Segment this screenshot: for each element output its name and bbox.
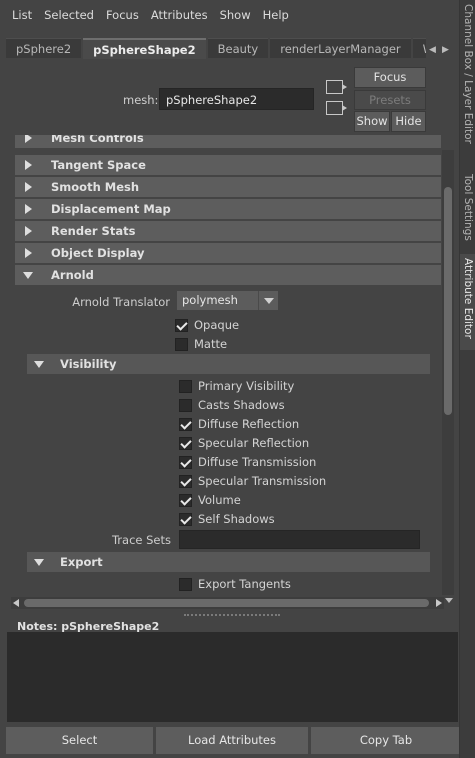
- specular-transmission-row[interactable]: Specular Transmission: [179, 473, 326, 489]
- tab-attribute-editor[interactable]: Attribute Editor: [460, 254, 475, 350]
- section-tangent-space[interactable]: Tangent Space: [15, 155, 441, 175]
- notes-text-area[interactable]: [7, 632, 458, 722]
- expand-arrow-icon: [25, 226, 32, 236]
- tab-tool-settings[interactable]: Tool Settings: [460, 170, 475, 242]
- section-displacement-map[interactable]: Displacement Map: [15, 199, 441, 219]
- casts-shadows-row[interactable]: Casts Shadows: [179, 397, 285, 413]
- attribute-scroll-area[interactable]: Mesh Controls Tangent Space Smooth Mesh …: [11, 135, 455, 611]
- vertical-scrollbar[interactable]: [442, 150, 454, 595]
- primary-visibility-row[interactable]: Primary Visibility: [179, 378, 294, 394]
- menu-attributes[interactable]: Attributes: [145, 8, 214, 22]
- show-button[interactable]: Show: [354, 111, 390, 132]
- tab-psphereshape2[interactable]: pSphereShape2: [83, 38, 206, 59]
- menu-show[interactable]: Show: [214, 8, 257, 22]
- horizontal-scrollbar-thumb[interactable]: [24, 599, 429, 607]
- casts-shadows-checkbox[interactable]: [179, 398, 192, 412]
- tabs-container: pSphere2 pSphereShape2 Beauty renderLaye…: [6, 38, 426, 60]
- expand-arrow-icon: [25, 204, 32, 214]
- section-mesh-controls[interactable]: Mesh Controls: [15, 135, 441, 148]
- expand-arrow-icon: [25, 248, 32, 258]
- tab-wireframe[interactable]: Wirfran: [412, 38, 426, 58]
- tab-scroll-right-icon[interactable]: ▶: [439, 40, 452, 60]
- expand-arrow-icon: [25, 160, 32, 170]
- diffuse-transmission-checkbox[interactable]: [179, 455, 192, 469]
- matte-checkbox[interactable]: [175, 337, 188, 351]
- menu-selected[interactable]: Selected: [38, 8, 100, 22]
- tab-channel-box-layer-editor[interactable]: Channel Box / Layer Editor: [460, 0, 475, 158]
- side-tab-strip: Channel Box / Layer Editor Tool Settings…: [459, 0, 475, 758]
- specular-transmission-checkbox[interactable]: [179, 474, 192, 488]
- section-smooth-mesh[interactable]: Smooth Mesh: [15, 177, 441, 197]
- diffuse-reflection-row[interactable]: Diffuse Reflection: [179, 416, 299, 432]
- collapse-arrow-icon: [34, 361, 44, 368]
- section-arnold[interactable]: Arnold: [15, 265, 441, 285]
- expand-arrow-icon: [25, 182, 32, 192]
- node-name-field[interactable]: pSphereShape2: [159, 88, 314, 110]
- opaque-checkbox-row[interactable]: Opaque: [175, 317, 239, 333]
- menu-focus[interactable]: Focus: [100, 8, 145, 22]
- scroll-right-arrow-icon[interactable]: [436, 599, 442, 607]
- node-tab-bar: pSphere2 pSphereShape2 Beauty renderLaye…: [6, 38, 456, 60]
- load-attributes-button[interactable]: Load Attributes: [156, 727, 308, 754]
- primary-visibility-checkbox[interactable]: [179, 379, 192, 393]
- tab-renderlayermanager[interactable]: renderLayerManager: [270, 38, 411, 58]
- panel-splitter-handle[interactable]: [184, 614, 280, 616]
- arnold-translator-dropdown[interactable]: polymesh: [177, 291, 278, 310]
- tab-beauty[interactable]: Beauty: [207, 38, 269, 58]
- self-shadows-checkbox[interactable]: [179, 512, 192, 526]
- vertical-scrollbar-thumb[interactable]: [444, 187, 452, 415]
- volume-row[interactable]: Volume: [179, 492, 241, 508]
- export-tangents-checkbox[interactable]: [179, 577, 192, 591]
- scroll-down-arrow-icon[interactable]: [445, 598, 453, 603]
- trace-sets-label: Trace Sets: [111, 533, 171, 547]
- mesh-label: mesh:: [123, 93, 159, 107]
- presets-button[interactable]: Presets: [354, 90, 426, 110]
- scroll-left-arrow-icon[interactable]: [13, 599, 19, 607]
- matte-checkbox-row[interactable]: Matte: [175, 336, 227, 352]
- opaque-checkbox[interactable]: [175, 318, 188, 332]
- collapse-arrow-icon: [23, 272, 33, 279]
- section-visibility[interactable]: Visibility: [27, 354, 430, 374]
- hide-button[interactable]: Hide: [391, 111, 426, 132]
- self-shadows-row[interactable]: Self Shadows: [179, 511, 275, 527]
- tab-psphere2[interactable]: pSphere2: [6, 38, 82, 58]
- copy-tab-button[interactable]: Copy Tab: [311, 727, 461, 754]
- menu-list[interactable]: List: [6, 8, 38, 22]
- expand-arrow-icon: [25, 135, 32, 143]
- trace-sets-field[interactable]: [179, 530, 420, 549]
- focus-button[interactable]: Focus: [354, 67, 426, 88]
- volume-checkbox[interactable]: [179, 493, 192, 507]
- diffuse-reflection-checkbox[interactable]: [179, 417, 192, 431]
- collapse-arrow-icon: [34, 559, 44, 566]
- output-connections-icon[interactable]: [326, 101, 347, 115]
- section-render-stats[interactable]: Render Stats: [15, 221, 441, 241]
- section-export[interactable]: Export: [27, 552, 430, 572]
- chevron-down-icon: [258, 291, 278, 310]
- menu-bar: List Selected Focus Attributes Show Help: [0, 0, 458, 30]
- input-connections-icon[interactable]: [326, 80, 347, 94]
- tab-scroll-left-icon[interactable]: ◀: [426, 40, 439, 60]
- specular-reflection-checkbox[interactable]: [179, 436, 192, 450]
- specular-reflection-row[interactable]: Specular Reflection: [179, 435, 309, 451]
- arnold-translator-label: Arnold Translator: [72, 295, 170, 309]
- export-tangents-row[interactable]: Export Tangents: [179, 576, 291, 592]
- section-object-display[interactable]: Object Display: [15, 243, 441, 263]
- menu-help[interactable]: Help: [257, 8, 295, 22]
- horizontal-scrollbar[interactable]: [11, 597, 444, 609]
- select-button[interactable]: Select: [6, 727, 153, 754]
- diffuse-transmission-row[interactable]: Diffuse Transmission: [179, 454, 316, 470]
